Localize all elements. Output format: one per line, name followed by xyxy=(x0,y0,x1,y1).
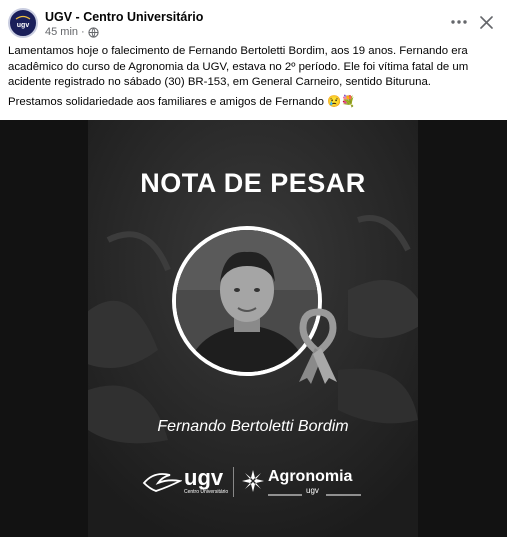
post-time[interactable]: 45 min xyxy=(45,26,78,38)
post-paragraph-1: Lamentamos hoje o falecimento de Fernand… xyxy=(8,45,469,88)
card-title: NOTA DE PESAR xyxy=(140,168,366,198)
ugv-logo-icon: ugv xyxy=(11,11,35,35)
agronomia-emblem-icon xyxy=(242,470,264,492)
agronomia-logo-text: Agronomia xyxy=(268,468,353,485)
ugv-bird-logo-icon xyxy=(142,473,182,492)
ugv-logo-text: ugv xyxy=(184,465,224,490)
post-text: Lamentamos hoje o falecimento de Fernand… xyxy=(8,44,502,110)
logo-divider xyxy=(233,467,234,497)
more-options-button[interactable] xyxy=(448,12,470,32)
svg-text:ugv: ugv xyxy=(17,22,30,29)
post-paragraph-2: Prestamos solidariedade aos familiares e… xyxy=(8,95,356,108)
ugv-logo-subtitle: Centro Universitário xyxy=(184,489,229,495)
post-image[interactable]: NOTA DE PESAR Fernando Bertoletti Bordim xyxy=(0,120,507,537)
page-name[interactable]: UGV - Centro Universitário xyxy=(45,10,203,24)
post-meta: 45 min · xyxy=(45,26,99,38)
memorial-card: NOTA DE PESAR Fernando Bertoletti Bordim xyxy=(88,120,418,537)
person-name: Fernando Bertoletti Bordim xyxy=(157,418,349,435)
close-icon xyxy=(479,15,493,29)
close-button[interactable] xyxy=(476,12,496,32)
more-horizontal-icon xyxy=(451,20,467,24)
meta-separator: · xyxy=(81,26,85,38)
page-avatar[interactable]: ugv xyxy=(8,8,38,38)
globe-icon xyxy=(88,26,99,38)
post-header: ugv UGV - Centro Universitário 45 min · xyxy=(0,0,507,46)
mourning-ribbon-icon xyxy=(299,308,337,384)
agronomia-logo-subtitle: ugv xyxy=(306,486,319,495)
